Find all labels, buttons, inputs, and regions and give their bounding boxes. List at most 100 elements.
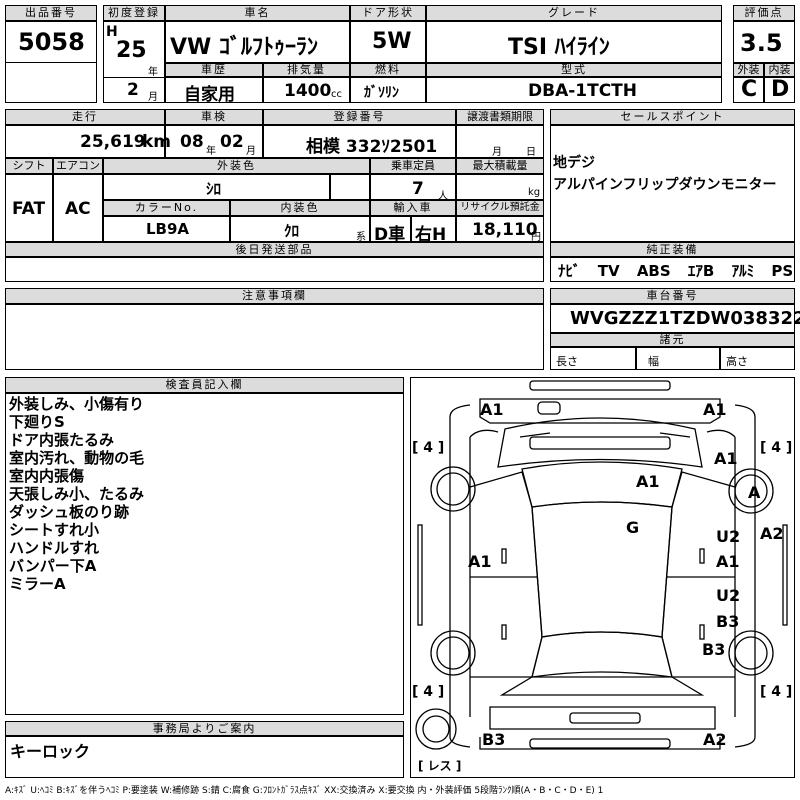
ext-color-value: ｼﾛ [206,180,222,198]
recycle-value: 18,110 [472,220,538,240]
exterior-grade: C [741,77,758,102]
lot-no-value: 5058 [18,28,85,56]
later-parts-box [5,257,544,282]
equipment-tv: TV [597,262,620,280]
equipment-abs: ABS [636,262,671,280]
interior-header: 内装 [764,63,795,77]
label-rear-right: A2 [703,730,727,749]
tire-fr: [ 4 ] [760,440,793,456]
max-load-unit: kg [528,187,541,198]
note-5: 室内内張傷 [9,467,85,485]
tire-fl-value: 4 [423,440,434,456]
caution-header: 注意事項欄 [5,288,544,304]
office-notice-value: キーロック [10,742,91,761]
int-color-unit: 系 [356,232,366,243]
spec-width-label: 幅 [648,355,659,368]
chassis-no-value: WVGZZZ1TZDW038322 [570,308,800,329]
mileage-header: 走行 [5,109,165,125]
later-parts-header: 後日発送部品 [5,242,544,257]
note-3: ドア内張たるみ [9,431,115,449]
label-door-left: A1 [468,552,492,571]
recycle-header: リサイクル預託金 [456,200,544,216]
displacement-unit: cc [331,89,342,100]
aircon-value: AC [65,199,91,219]
int-color-header: 内装色 [230,200,370,216]
equipment-airbag: ｴｱB [687,262,715,280]
first-reg-month: 2 [127,80,139,100]
inspection-year-unit: 年 [206,146,216,157]
reg-no-header: 登録番号 [263,109,456,125]
tire-rl-value: 4 [423,684,434,700]
exterior-header: 外装 [733,63,764,77]
model-value: DBA-1TCTH [528,81,638,101]
car-name-value: VW ｺﾞﾙﾌﾄｩｰﾗﾝ [170,35,318,60]
fuel-header: 燃料 [350,63,426,77]
caution-box [5,304,544,370]
score-header: 評価点 [733,5,795,21]
label-roof: G [626,518,640,537]
tire-rl: [ 4 ] [412,684,445,700]
label-front-left: A1 [480,400,504,419]
max-load-header: 最大積載量 [456,158,544,174]
note-8: シートすれ小 [9,521,100,539]
sales-point-1: 地デジ [553,155,595,171]
note-11: ミラーA [9,575,66,593]
spec-height-label: 高さ [726,355,748,368]
color-no-header: カラーNo. [103,200,230,216]
label-fender-right: A1 [714,449,738,468]
spec-length-label: 長さ [556,355,578,368]
door-header: ドア形状 [350,5,426,21]
tire-fl: [ 4 ] [412,440,445,456]
int-color-value: ｸﾛ [284,222,300,240]
vehicle-diagram [415,380,788,750]
specs-header: 諸元 [550,333,795,347]
label-door-right-a: A1 [716,552,740,571]
legend: A:ｷｽﾞ U:ﾍｺﾐ B:ｷｽﾞを伴うﾍｺﾐ P:要塗装 W:補修跡 S:錆 … [5,786,604,796]
label-rear-left: B3 [482,730,506,749]
month-unit: 月 [148,92,158,103]
note-2: 下廻りS [9,413,65,431]
door-value: 5W [372,29,412,54]
note-1: 外装しみ、小傷有り [9,395,145,413]
inspection-month: 02 [220,132,244,152]
sales-point-header: セールスポイント [550,109,795,125]
ext-color-extra-box [330,174,370,200]
transfer-day-unit: 日 [526,147,536,158]
grade-header: グレード [426,5,722,21]
equipment-ps: PS [771,262,794,280]
note-10: バンパー下A [9,557,97,575]
office-notice-header: 事務局よりご案内 [5,721,404,736]
first-reg-header: 初度登録 [103,5,165,21]
year-unit: 年 [148,67,158,78]
ext-color-header: 外装色 [103,158,370,174]
reg-no-value: 相模 332ｿ2501 [306,137,438,157]
first-reg-year: 25 [116,38,147,63]
lot-no-divider [5,62,97,63]
inspection-header: 車検 [165,109,263,125]
equipment-alloy: ｱﾙﾐ [731,262,755,280]
transfer-month-unit: 月 [492,147,502,158]
mileage-value: 25,619 [80,132,146,152]
transfer-doc-header: 譲渡書類期限 [456,109,544,125]
sales-point-2: アルパインフリップダウンモニター [553,177,777,193]
label-door-right-u: U2 [716,527,741,546]
shift-value: FAT [12,199,46,219]
tire-rr-value: 4 [771,684,782,700]
equipment-navi: ﾅﾋﾞ [558,262,581,280]
capacity-value: 7 [412,179,424,199]
shift-header: シフト [5,158,53,174]
import-header: 輸入車 [370,200,456,216]
label-rear-right-b: B3 [716,612,740,631]
recycle-unit: 円 [531,232,541,243]
inspector-notes-list: 外装しみ、小傷有り 下廻りS ドア内張たるみ 室内汚れ、動物の毛 室内内張傷 天… [9,395,144,593]
note-4: 室内汚れ、動物の毛 [9,449,145,467]
history-header: 車歴 [165,63,263,77]
lot-no-header: 出品番号 [5,5,97,21]
score-value: 3.5 [740,29,783,57]
color-no-value: LB9A [146,220,190,238]
label-front-right: A1 [703,400,727,419]
inspector-notes-header: 検査員記入欄 [5,377,404,393]
history-value: 自家用 [184,85,235,105]
aircon-header: エアコン [53,158,103,174]
inspection-month-unit: 月 [246,146,256,157]
